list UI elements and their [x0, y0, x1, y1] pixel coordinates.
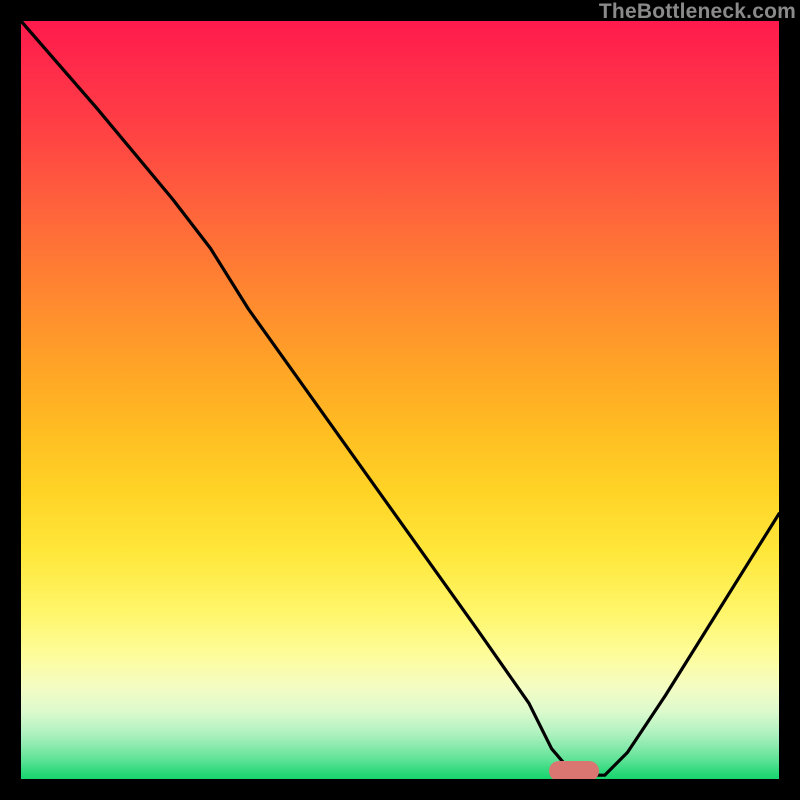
bottleneck-curve — [21, 21, 779, 779]
watermark-text: TheBottleneck.com — [599, 0, 796, 24]
plot-area — [21, 21, 779, 779]
optimum-marker — [549, 761, 599, 779]
chart-frame: TheBottleneck.com — [0, 0, 800, 800]
